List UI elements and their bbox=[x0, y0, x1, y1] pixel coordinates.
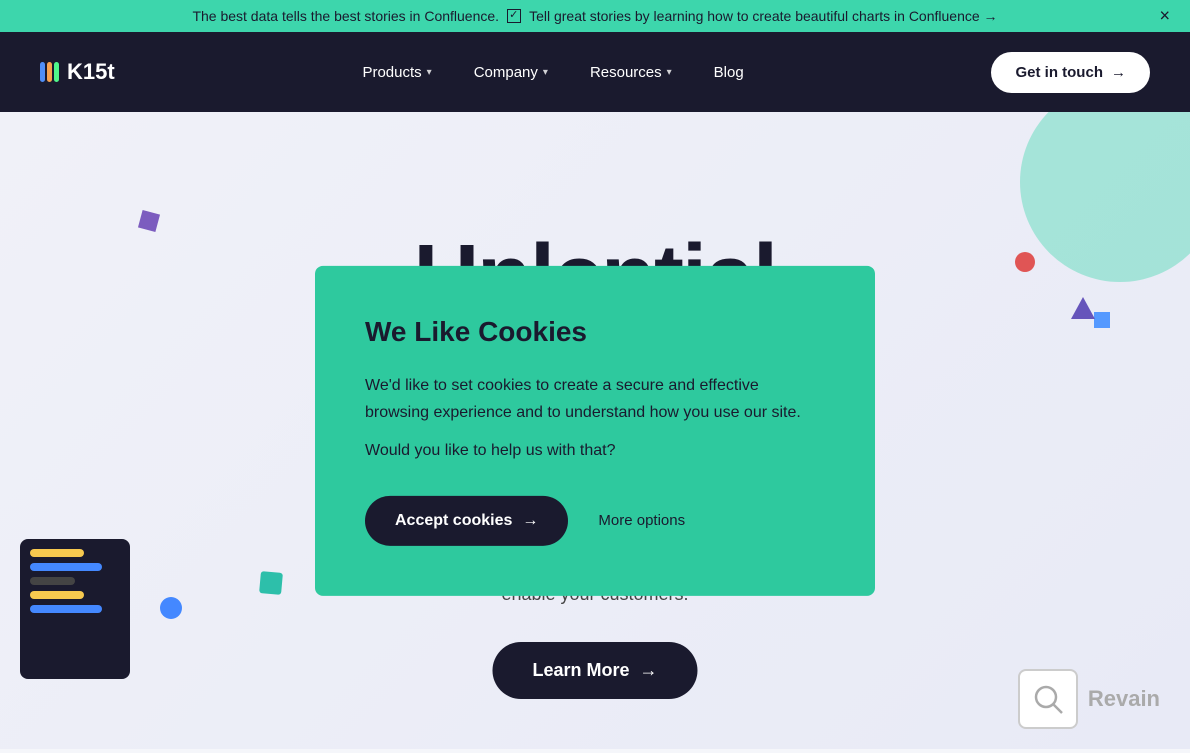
cookie-modal-body: We'd like to set cookies to create a sec… bbox=[365, 371, 825, 425]
accept-cookies-button[interactable]: Accept cookies → bbox=[365, 496, 568, 546]
get-in-touch-button[interactable]: Get in touch → bbox=[991, 52, 1150, 93]
header: K15t Products ▾ Company ▾ Resources ▾ Bl… bbox=[0, 32, 1190, 112]
banner-close-button[interactable]: × bbox=[1159, 6, 1170, 27]
cookie-modal-question: Would you like to help us with that? bbox=[365, 442, 825, 460]
logo-text: K15t bbox=[67, 59, 115, 85]
logo-stripe-orange bbox=[47, 62, 52, 82]
cookie-modal: We Like Cookies We'd like to set cookies… bbox=[315, 265, 875, 595]
chevron-down-icon: ▾ bbox=[667, 67, 672, 78]
top-banner: The best data tells the best stories in … bbox=[0, 0, 1190, 32]
nav-blog[interactable]: Blog bbox=[698, 54, 760, 91]
logo-stripe-green bbox=[54, 62, 59, 82]
nav-products[interactable]: Products ▾ bbox=[346, 54, 447, 91]
main-content: Unlc ​​​​​ ntial O ​​​​ cs Solutions to … bbox=[0, 112, 1190, 749]
banner-checkbox-icon bbox=[507, 9, 521, 23]
cookie-modal-actions: Accept cookies → More options bbox=[365, 496, 825, 546]
banner-link[interactable]: Tell great stories by learning how to cr… bbox=[529, 8, 997, 24]
chevron-down-icon: ▾ bbox=[543, 67, 548, 78]
cookie-modal-title: We Like Cookies bbox=[365, 315, 825, 347]
main-nav: Products ▾ Company ▾ Resources ▾ Blog bbox=[346, 54, 759, 91]
logo-icon bbox=[40, 62, 59, 82]
arrow-right-icon: → bbox=[1111, 64, 1126, 81]
cookie-overlay: We Like Cookies We'd like to set cookies… bbox=[0, 112, 1190, 749]
more-options-button[interactable]: More options bbox=[598, 512, 685, 529]
arrow-right-icon: → bbox=[522, 512, 538, 530]
nav-resources[interactable]: Resources ▾ bbox=[574, 54, 688, 91]
chevron-down-icon: ▾ bbox=[427, 67, 432, 78]
banner-text-left: The best data tells the best stories in … bbox=[192, 8, 499, 24]
logo[interactable]: K15t bbox=[40, 59, 115, 85]
logo-stripe-blue bbox=[40, 62, 45, 82]
nav-company[interactable]: Company ▾ bbox=[458, 54, 564, 91]
